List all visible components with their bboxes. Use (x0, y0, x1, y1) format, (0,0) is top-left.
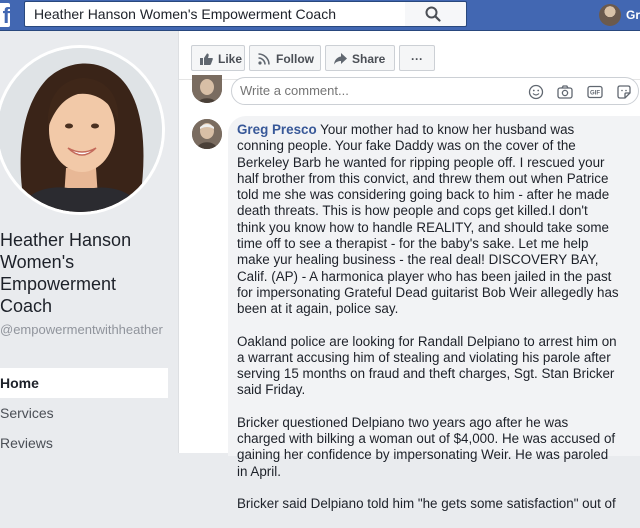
search-input[interactable]: Heather Hanson Women's Empowerment Coach (24, 1, 406, 27)
page-title[interactable]: Heather Hanson Women's Empowerment Coach (0, 229, 170, 317)
share-label: Share (352, 52, 386, 66)
avatar-image (192, 75, 222, 103)
share-button[interactable]: Share (325, 45, 395, 71)
facebook-logo[interactable]: f (0, 3, 10, 27)
comment-author-name[interactable]: Greg Presco (237, 122, 317, 137)
user-avatar[interactable] (599, 4, 621, 26)
post-area: Like Follow Share ··· Write a comment...… (179, 31, 640, 511)
comment-body: Greg Presco Your mother had to know her … (237, 122, 619, 528)
nav-item-reviews[interactable]: Reviews (0, 428, 168, 458)
comment-input-icons: GIF (519, 83, 632, 101)
like-button[interactable]: Like (191, 45, 245, 71)
comment-author-avatar[interactable] (192, 119, 222, 149)
search-icon (425, 6, 441, 22)
page-sidebar: Heather Hanson Women's Empowerment Coach… (0, 31, 178, 453)
comment-text: Your mother had to know her husband was … (237, 122, 619, 317)
like-label: Like (218, 52, 243, 66)
comment-paragraph: Bricker said Delpiano told him "he gets … (237, 495, 616, 511)
svg-text:GIF: GIF (590, 90, 600, 96)
search-button[interactable] (405, 1, 467, 27)
nav-item-services[interactable]: Services (0, 398, 168, 428)
comment-paragraph: Oakland police are looking for Randall D… (237, 333, 617, 398)
follow-label: Follow (276, 52, 314, 66)
follow-button[interactable]: Follow (249, 45, 321, 71)
more-icon: ··· (411, 52, 423, 66)
sticker-icon[interactable] (616, 84, 632, 100)
top-navigation-bar: f Heather Hanson Women's Empowerment Coa… (0, 0, 640, 31)
comment-paragraph: Bricker questioned Delpiano two years ag… (237, 414, 616, 479)
emoji-icon[interactable] (528, 84, 544, 100)
page-navigation: Home Services Reviews (0, 368, 168, 458)
profile-photo-image (0, 48, 162, 212)
user-name[interactable]: Gr (626, 8, 640, 22)
comment-text-field[interactable] (240, 83, 520, 98)
avatar-image (192, 119, 222, 149)
comment-paragraph: Greg Presco Your mother had to know her … (237, 122, 619, 318)
gif-icon[interactable]: GIF (586, 84, 603, 100)
nav-item-home[interactable]: Home (0, 368, 168, 398)
rss-icon (258, 53, 270, 65)
page-username[interactable]: @empowermentwithheather (0, 322, 165, 338)
comment-input[interactable]: GIF (231, 77, 639, 105)
search-input-value: Heather Hanson Women's Empowerment Coach (34, 6, 336, 22)
more-options-button[interactable]: ··· (399, 45, 435, 71)
share-arrow-icon (334, 53, 347, 65)
thumbs-up-icon (200, 53, 213, 65)
profile-picture[interactable] (0, 45, 165, 215)
commenter-avatar[interactable] (192, 75, 222, 103)
camera-icon[interactable] (557, 84, 573, 100)
